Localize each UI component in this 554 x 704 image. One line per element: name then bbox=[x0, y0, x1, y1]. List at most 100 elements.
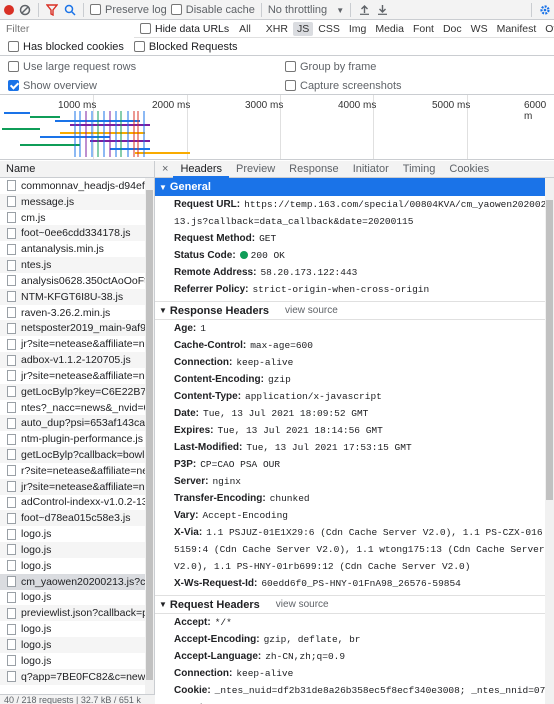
request-row[interactable]: netsposter2019_main-9af9104 bbox=[0, 320, 154, 337]
request-row[interactable]: previewlist.json?callback=prev bbox=[0, 605, 154, 622]
timeline-overview[interactable]: 1000 ms 2000 ms 3000 ms 4000 ms 5000 ms … bbox=[0, 95, 554, 160]
request-row[interactable]: r?site=netease&affiliate=new: bbox=[0, 463, 154, 479]
header-row: Connection: keep-alive bbox=[155, 354, 554, 371]
large-rows-label: Use large request rows bbox=[23, 61, 137, 73]
tab-initiator[interactable]: Initiator bbox=[346, 161, 396, 178]
file-icon bbox=[7, 417, 16, 429]
type-filter-manifest[interactable]: Manifest bbox=[493, 22, 541, 36]
request-row[interactable]: logo.js bbox=[0, 590, 154, 606]
request-row[interactable]: adbox-v1.1.2-120705.js bbox=[0, 352, 154, 368]
capture-screenshots-checkbox[interactable]: Capture screenshots bbox=[285, 80, 402, 92]
import-har-icon[interactable] bbox=[357, 3, 371, 17]
file-icon bbox=[7, 338, 16, 350]
record-icon[interactable] bbox=[4, 4, 14, 15]
tab-response[interactable]: Response bbox=[282, 161, 346, 178]
response-headers-section-header[interactable]: ▼ Response Headers view source bbox=[155, 302, 554, 320]
type-filter-img[interactable]: Img bbox=[345, 22, 371, 36]
request-row[interactable]: foot~0ee6cdd334178.js bbox=[0, 225, 154, 242]
request-row[interactable]: logo.js bbox=[0, 637, 154, 653]
request-row[interactable]: jr?site=netease&affiliate=new bbox=[0, 368, 154, 384]
file-icon bbox=[7, 227, 16, 239]
view-source-link[interactable]: view source bbox=[285, 305, 338, 316]
type-filter-ws[interactable]: WS bbox=[467, 22, 492, 36]
request-row[interactable]: antanalysis.min.js bbox=[0, 241, 154, 257]
remote-address-key: Remote Address: bbox=[174, 267, 257, 278]
request-row[interactable]: commonnav_headjs-d94ef50b bbox=[0, 178, 154, 194]
request-row[interactable]: raven-3.26.2.min.js bbox=[0, 305, 154, 321]
header-row: Connection: keep-alive bbox=[155, 665, 554, 682]
request-row[interactable]: auto_dup?psi=653af143cae05 bbox=[0, 415, 154, 432]
type-filter-js[interactable]: JS bbox=[292, 21, 314, 36]
blocked-requests-checkbox[interactable]: Blocked Requests bbox=[133, 40, 238, 53]
view-source-link[interactable]: view source bbox=[276, 599, 329, 610]
header-row: Cache-Control: max-age=600 bbox=[155, 337, 554, 354]
general-section-header[interactable]: ▼ General bbox=[155, 178, 554, 196]
name-column-header[interactable]: Name bbox=[0, 161, 155, 178]
request-row[interactable]: logo.js bbox=[0, 558, 154, 574]
request-row[interactable]: logo.js bbox=[0, 621, 154, 637]
request-row[interactable]: ntm-plugin-performance.js bbox=[0, 431, 154, 447]
has-blocked-cookies-checkbox[interactable]: Has blocked cookies bbox=[8, 40, 124, 53]
request-row[interactable]: getLocBylp?key=C6E22B7D48 bbox=[0, 383, 154, 400]
request-row[interactable]: logo.js bbox=[0, 653, 154, 669]
type-filter-css[interactable]: CSS bbox=[314, 22, 344, 36]
request-row[interactable]: message.js bbox=[0, 193, 154, 210]
tab-cookies[interactable]: Cookies bbox=[442, 161, 496, 178]
file-icon bbox=[7, 576, 16, 588]
type-filter-media[interactable]: Media bbox=[371, 22, 408, 36]
type-filter-other[interactable]: Other bbox=[541, 22, 554, 36]
request-row[interactable]: logo.js bbox=[0, 542, 154, 558]
filter-input[interactable] bbox=[0, 19, 134, 38]
file-icon bbox=[7, 354, 16, 366]
header-value: 1.1 PSJUZ-01E1X29:6 (Cdn Cache Server V2… bbox=[174, 527, 545, 572]
scrollbar-thumb[interactable] bbox=[546, 200, 553, 500]
header-key: Server: bbox=[174, 476, 209, 487]
type-filter-all[interactable]: All bbox=[235, 22, 255, 36]
request-row[interactable]: getLocBylp?callback=bowlder bbox=[0, 447, 154, 463]
request-row[interactable]: q?app=7BE0FC82&c=news&l bbox=[0, 668, 154, 685]
preserve-log-checkbox[interactable]: Preserve log bbox=[90, 3, 167, 16]
header-key: Age: bbox=[174, 323, 197, 334]
header-key: Transfer-Encoding: bbox=[174, 493, 266, 504]
request-headers-title: Request Headers bbox=[169, 598, 260, 611]
large-rows-checkbox[interactable]: Use large request rows bbox=[8, 61, 136, 73]
request-list-scrollbar[interactable] bbox=[145, 178, 154, 694]
filter-icon[interactable] bbox=[45, 3, 59, 17]
request-row[interactable]: cm.js bbox=[0, 210, 154, 226]
request-row[interactable]: logo.js bbox=[0, 526, 154, 542]
request-headers-section-header[interactable]: ▼ Request Headers view source bbox=[155, 596, 554, 614]
request-row[interactable]: jr?site=netease&affiliate=new bbox=[0, 478, 154, 495]
request-row[interactable]: jr?site=netease&affiliate=new bbox=[0, 336, 154, 352]
clear-icon[interactable] bbox=[18, 3, 32, 17]
scrollbar-thumb[interactable] bbox=[146, 190, 153, 680]
request-row[interactable]: cm_yaowen20200213.js?callba bbox=[0, 573, 154, 590]
request-row[interactable]: analysis0628.350ctAoOoFtN.1 bbox=[0, 273, 154, 289]
throttling-select[interactable]: No throttling ▼ bbox=[268, 4, 344, 16]
group-by-frame-checkbox[interactable]: Group by frame bbox=[285, 61, 376, 73]
tab-preview[interactable]: Preview bbox=[229, 161, 282, 178]
show-overview-checkbox[interactable]: Show overview bbox=[8, 80, 97, 92]
tab-headers[interactable]: Headers bbox=[173, 161, 230, 178]
type-filter-doc[interactable]: Doc bbox=[439, 22, 466, 36]
header-value: */* bbox=[214, 617, 232, 628]
type-filter-xhr[interactable]: XHR bbox=[262, 22, 292, 36]
details-scrollbar[interactable] bbox=[545, 178, 554, 704]
request-row[interactable]: ntes?_nacc=news&_nvid=079 bbox=[0, 400, 154, 416]
request-row[interactable]: adControl-indexx-v1.0.2-1312 bbox=[0, 495, 154, 511]
gear-icon[interactable] bbox=[538, 3, 552, 17]
header-row: X-Via: 1.1 PSJUZ-01E1X29:6 (Cdn Cache Ser… bbox=[155, 524, 554, 575]
group-by-frame-label: Group by frame bbox=[300, 61, 377, 73]
type-filter-font[interactable]: Font bbox=[409, 22, 438, 36]
header-row: Expires: Tue, 13 Jul 2021 18:14:56 GMT bbox=[155, 422, 554, 439]
search-icon[interactable] bbox=[63, 3, 77, 17]
request-row[interactable]: NTM-KFGT6I8U-38.js bbox=[0, 288, 154, 305]
request-row[interactable]: foot~d78ea015c58e3.js bbox=[0, 510, 154, 527]
header-key: Content-Type: bbox=[174, 391, 242, 402]
tab-timing[interactable]: Timing bbox=[396, 161, 443, 178]
hide-data-urls-checkbox[interactable]: Hide data URLs bbox=[140, 22, 229, 35]
request-row[interactable]: ntes.js bbox=[0, 257, 154, 273]
disable-cache-checkbox[interactable]: Disable cache bbox=[170, 3, 255, 16]
close-icon[interactable]: × bbox=[155, 163, 173, 175]
export-har-icon[interactable] bbox=[375, 3, 389, 17]
settings-row-2: Show overview Capture screenshots bbox=[0, 77, 554, 95]
